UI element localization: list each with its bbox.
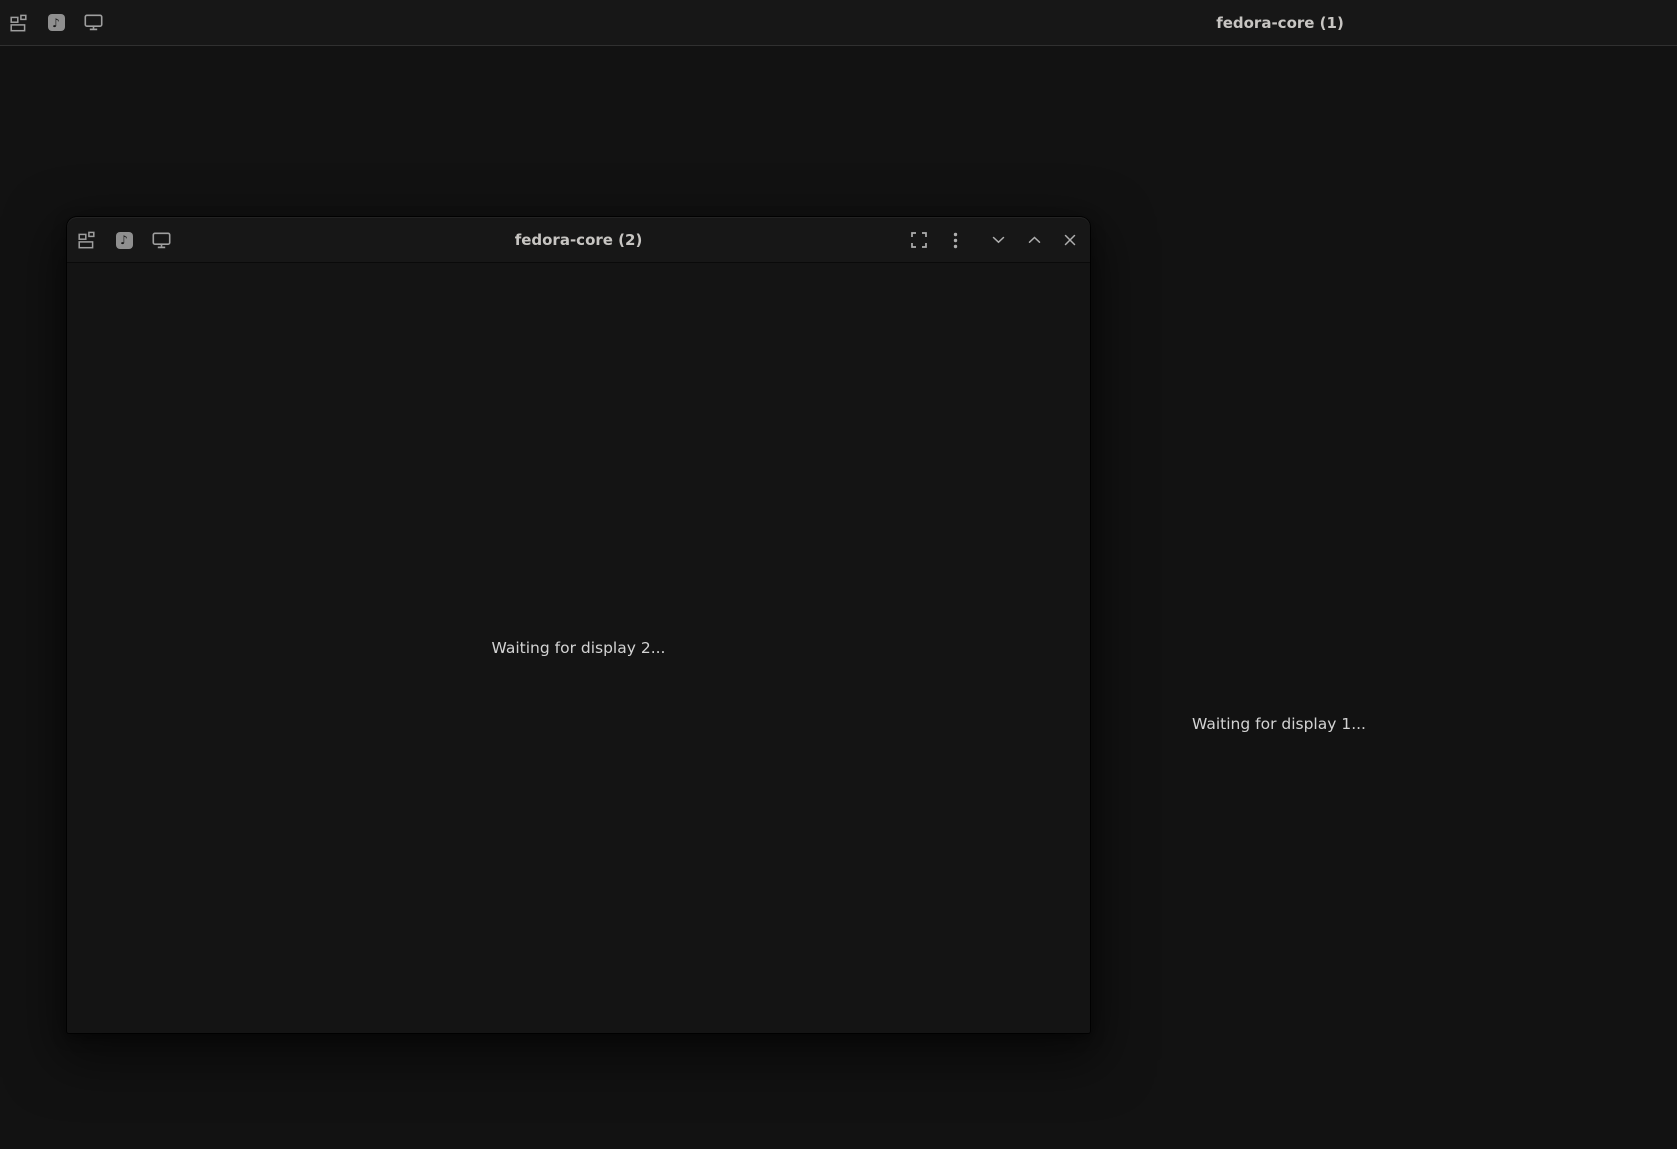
background-window-title-wrap: fedora-core (1) [1216, 0, 1344, 45]
background-toolbar: ♪ [0, 10, 106, 36]
audio-icon[interactable]: ♪ [43, 10, 69, 36]
background-window-title: fedora-core (1) [1216, 14, 1344, 32]
display-arrangement-icon[interactable] [6, 10, 32, 36]
floating-window-headerbar[interactable]: ♪ fedora-core (2) [67, 217, 1090, 263]
audio-note-glyph: ♪ [52, 17, 60, 29]
chevron-up-icon[interactable] [1021, 227, 1047, 253]
display-arrangement-icon[interactable] [74, 227, 100, 253]
floating-toolbar: ♪ [67, 227, 174, 253]
floating-window-display-area: Waiting for display 2... [67, 263, 1090, 1033]
floating-window: ♪ fedora-core (2) [67, 217, 1090, 1033]
close-icon[interactable] [1057, 227, 1083, 253]
audio-icon[interactable]: ♪ [111, 227, 137, 253]
floating-window-status: Waiting for display 2... [492, 639, 666, 657]
desktop: ♪ fedora-core (1) Waiting for display 1.… [0, 0, 1677, 1149]
monitor-icon[interactable] [80, 10, 106, 36]
chevron-down-icon[interactable] [985, 227, 1011, 253]
fullscreen-icon[interactable] [906, 227, 932, 253]
kebab-menu-icon[interactable] [942, 227, 968, 253]
floating-window-title-wrap: fedora-core (2) [515, 217, 643, 263]
floating-window-controls [906, 217, 1083, 263]
monitor-icon[interactable] [148, 227, 174, 253]
background-window-status: Waiting for display 1... [1192, 715, 1366, 733]
audio-note-glyph: ♪ [120, 234, 128, 246]
floating-window-title: fedora-core (2) [515, 231, 643, 249]
background-window-headerbar[interactable]: ♪ fedora-core (1) [0, 0, 1677, 46]
